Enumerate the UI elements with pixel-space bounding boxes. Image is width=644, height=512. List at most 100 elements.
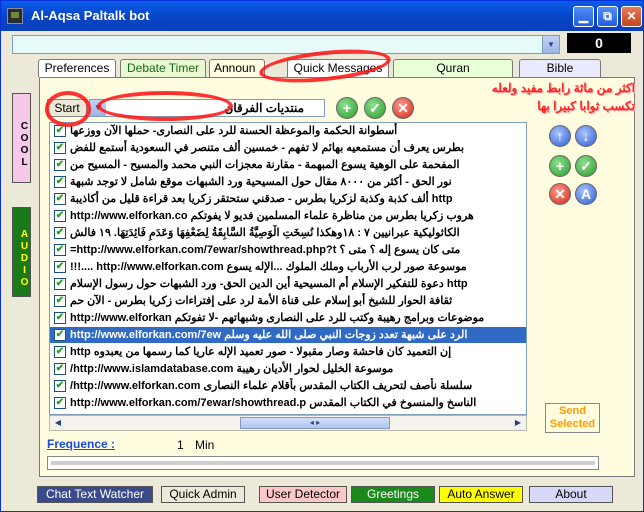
list-item[interactable]: ✔ متى كان يسوع إله ؟ متى ؟ http://www.elf…: [50, 242, 526, 258]
list-item[interactable]: ✔ سلسلة نأصف لتحريف الكتاب المقدس بأقلام …: [50, 378, 526, 394]
list-item[interactable]: ✔ نور الحق - أكثر من ٨٠٠٠ مقال حول المسيح…: [50, 174, 526, 190]
row-checkbox[interactable]: ✔: [54, 261, 66, 273]
list-item[interactable]: ✔ http ألف كذبة وكذبة لزكريا بطرس - صدقني…: [50, 191, 526, 207]
list-item-text: الرد على شبهة تعدد زوجات النبي صلى الله …: [70, 329, 468, 341]
list-item[interactable]: ✔ هروب زكريا بطرس من مناظرة علماء المسلمي…: [50, 208, 526, 224]
list-item-text: الناسخ والمنسوخ في الكتاب المقدس http://…: [70, 397, 477, 409]
frequence-unit: Min: [195, 438, 215, 452]
row-checkbox[interactable]: ✔: [54, 210, 66, 222]
slider-track: [51, 461, 595, 465]
list-item[interactable]: ✔ الكاثوليكية عبرانيين ٧ : ١٨وهكذا نُسِخَ…: [50, 225, 526, 241]
edit-message-button[interactable]: ✓: [575, 155, 597, 177]
forum-select-value: منتديات الفرقان: [224, 101, 304, 115]
list-item-text: موسوعة الخليل لحوار الأديان رهيبة http:/…: [70, 363, 394, 375]
start-button[interactable]: Start: [47, 99, 87, 117]
title-bar[interactable]: Al-Aqsa Paltalk bot ▁ ⧉ ✕: [1, 1, 643, 31]
list-item[interactable]: ✔ الرد على شبهة تعدد زوجات النبي صلى الله…: [50, 327, 526, 343]
counter-display: 0: [567, 33, 631, 53]
row-checkbox[interactable]: ✔: [54, 193, 66, 205]
horizontal-scrollbar[interactable]: ◀ ◂ ▸ ▶: [49, 415, 527, 431]
row-checkbox[interactable]: ✔: [54, 312, 66, 324]
scroll-right-icon[interactable]: ▶: [511, 417, 525, 429]
list-item-text: موسوعة صور لرب الأرباب وملك الملوك ...ال…: [70, 261, 467, 273]
annotation-line-2: تكسب ثوابا كبيرا بها: [537, 99, 635, 113]
row-checkbox[interactable]: ✔: [54, 125, 66, 137]
row-checkbox[interactable]: ✔: [54, 278, 66, 290]
chevron-down-icon[interactable]: ▼: [90, 100, 106, 116]
delete-message-button[interactable]: ✕: [549, 183, 571, 205]
list-item-text: هروب زكريا بطرس من مناظرة علماء المسلمين…: [70, 210, 474, 222]
row-checkbox[interactable]: ✔: [54, 363, 66, 375]
scrollbar-thumb[interactable]: ◂ ▸: [240, 417, 390, 429]
chat-text-watcher-button[interactable]: Chat Text Watcher: [37, 486, 153, 503]
auto-answer-button[interactable]: Auto Answer: [439, 486, 523, 503]
list-item[interactable]: ✔ الناسخ والمنسوخ في الكتاب المقدس http:/…: [50, 395, 526, 411]
scroll-left-icon[interactable]: ◀: [51, 417, 65, 429]
list-item-text: http دعوة للتفكير الإسلام أم المسيحية أي…: [70, 278, 468, 290]
tab-debate-timer[interactable]: Debate Timer: [120, 59, 206, 77]
row-checkbox[interactable]: ✔: [54, 380, 66, 392]
edit-button[interactable]: ✓: [364, 97, 386, 119]
move-down-icon[interactable]: ↓: [575, 125, 597, 147]
list-item-text: نور الحق - أكثر من ٨٠٠٠ مقال حول المسيحي…: [70, 176, 452, 188]
annotation-line-1: اكثر من مائة رابط مفيد ولعله: [491, 81, 635, 95]
quick-admin-button[interactable]: Quick Admin: [161, 486, 245, 503]
frequence-slider[interactable]: [47, 456, 599, 470]
list-item-text: إن التعميد كان فاحشة وصار مقبولا - صور ت…: [70, 346, 452, 358]
list-item-text: http ألف كذبة وكذبة لزكريا بطرس - صدقني …: [70, 193, 453, 205]
minimize-button[interactable]: ▁: [573, 6, 594, 27]
app-icon: [7, 8, 23, 24]
row-checkbox[interactable]: ✔: [54, 397, 66, 409]
list-item[interactable]: ✔ موسوعة صور لرب الأرباب وملك الملوك ...ا…: [50, 259, 526, 275]
audio-toggle[interactable]: AUDIO: [12, 207, 31, 297]
list-item[interactable]: ✔ إن التعميد كان فاحشة وصار مقبولا - صور …: [50, 344, 526, 360]
list-item-text: متى كان يسوع إله ؟ متى ؟ http://www.elfo…: [70, 244, 461, 256]
list-item-text: أسطوانة الحكمة والموعظة الحسنة للرد على …: [70, 125, 398, 137]
tab-quran[interactable]: Quran: [393, 59, 513, 77]
list-item[interactable]: ✔ http دعوة للتفكير الإسلام أم المسيحية أ…: [50, 276, 526, 292]
add-button[interactable]: +: [336, 97, 358, 119]
tab-announ[interactable]: Announ: [209, 59, 265, 77]
move-up-icon[interactable]: ↑: [549, 125, 571, 147]
list-item-text: الكاثوليكية عبرانيين ٧ : ١٨وهكذا نُسِخَت…: [70, 227, 460, 239]
send-selected-button[interactable]: Send Selected: [545, 403, 600, 433]
greetings-button[interactable]: Greetings: [351, 486, 435, 503]
restore-icon[interactable]: ⧉: [597, 6, 618, 27]
tab-quick-messages[interactable]: Quick Messages: [287, 59, 389, 77]
add-message-button[interactable]: +: [549, 155, 571, 177]
list-item[interactable]: ✔ موسوعة الخليل لحوار الأديان رهيبة http:…: [50, 361, 526, 377]
chevron-down-icon[interactable]: ▼: [542, 36, 559, 53]
row-checkbox[interactable]: ✔: [54, 346, 66, 358]
forum-select[interactable]: منتديات الفرقان ▼: [89, 99, 325, 117]
window-title: Al-Aqsa Paltalk bot: [31, 8, 150, 23]
list-item-text: المفحمة على الوهية يسوع المبهمة - مقارنة…: [70, 159, 460, 171]
tab-bible[interactable]: Bible: [519, 59, 601, 77]
info-icon[interactable]: A: [575, 183, 597, 205]
list-item-text: ثقافة الحوار للشيخ أبو إسلام على قناة ال…: [70, 295, 453, 307]
list-item-text: موضوعات وبرامج رهيبة وكتب للرد على النصا…: [70, 312, 485, 324]
annotation-text: اكثر من مائة رابط مفيد ولعله تكسب ثوابا …: [411, 79, 635, 115]
tab-preferences[interactable]: Preferences: [38, 59, 116, 77]
list-item[interactable]: ✔ بطرس يعرف أن مستمعيه بهائم لا تفهم - خم…: [50, 140, 526, 156]
frequence-value[interactable]: 1: [177, 438, 184, 452]
row-checkbox[interactable]: ✔: [54, 227, 66, 239]
user-detector-button[interactable]: User Detector: [259, 486, 347, 503]
list-item-text: بطرس يعرف أن مستمعيه بهائم لا تفهم - خمس…: [70, 142, 465, 154]
list-item[interactable]: ✔ أسطوانة الحكمة والموعظة الحسنة للرد على…: [50, 123, 526, 139]
list-item[interactable]: ✔ ثقافة الحوار للشيخ أبو إسلام على قناة ا…: [50, 293, 526, 309]
row-checkbox[interactable]: ✔: [54, 295, 66, 307]
cool-toggle[interactable]: COOL: [12, 93, 31, 183]
row-checkbox[interactable]: ✔: [54, 176, 66, 188]
messages-list[interactable]: ✔ أسطوانة الحكمة والموعظة الحسنة للرد على…: [49, 122, 527, 415]
row-checkbox[interactable]: ✔: [54, 329, 66, 341]
channel-combobox[interactable]: ▼: [12, 35, 560, 54]
list-item-text: سلسلة نأصف لتحريف الكتاب المقدس بأقلام ع…: [70, 380, 473, 392]
list-item[interactable]: ✔ المفحمة على الوهية يسوع المبهمة - مقارن…: [50, 157, 526, 173]
close-button[interactable]: ✕: [621, 6, 642, 27]
row-checkbox[interactable]: ✔: [54, 142, 66, 154]
app-window: Al-Aqsa Paltalk bot ▁ ⧉ ✕ ▼ 0 Preference…: [0, 0, 644, 512]
list-item[interactable]: ✔ موضوعات وبرامج رهيبة وكتب للرد على النص…: [50, 310, 526, 326]
about-button[interactable]: About: [529, 486, 613, 503]
row-checkbox[interactable]: ✔: [54, 159, 66, 171]
row-checkbox[interactable]: ✔: [54, 244, 66, 256]
